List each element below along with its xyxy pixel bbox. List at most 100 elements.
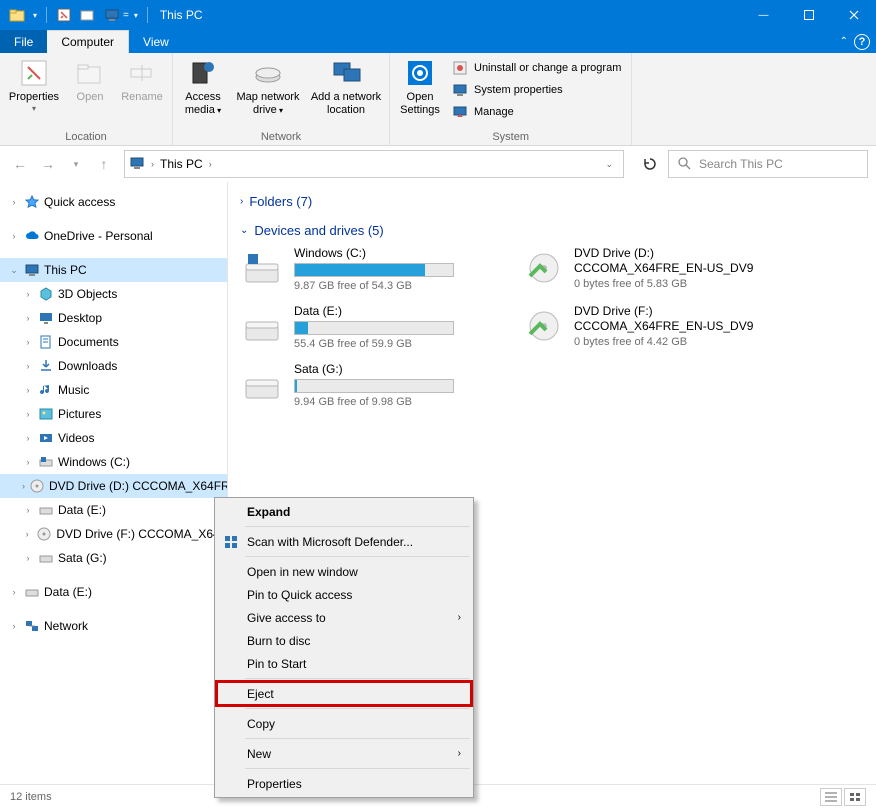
- dvd-icon: [36, 526, 52, 542]
- open-settings-button[interactable]: Open Settings: [396, 57, 444, 117]
- qat-newfolder-icon[interactable]: [77, 4, 99, 26]
- drives-grid: Windows (C:) 9.87 GB free of 54.3 GB DVD…: [240, 246, 864, 408]
- search-box[interactable]: [668, 150, 868, 178]
- drive-icon: [38, 550, 54, 566]
- manage-icon: [452, 104, 468, 120]
- cm-new[interactable]: New›: [217, 742, 471, 765]
- map-network-drive-button[interactable]: Map network drive ▾: [231, 57, 305, 117]
- tree-data-e[interactable]: ›Data (E:): [0, 498, 227, 522]
- address-dropdown-button[interactable]: ⌄: [599, 159, 619, 170]
- drive-item[interactable]: Windows (C:) 9.87 GB free of 54.3 GB: [240, 246, 500, 292]
- properties-button[interactable]: Properties ▾: [6, 57, 62, 113]
- nav-up-button[interactable]: ↑: [92, 152, 116, 176]
- cm-expand[interactable]: Expand: [217, 500, 471, 523]
- devices-group-header[interactable]: ⌄ Devices and drives (5): [240, 223, 864, 238]
- cm-copy[interactable]: Copy: [217, 712, 471, 735]
- cm-pin-to-start[interactable]: Pin to Start: [217, 652, 471, 675]
- crumb-chevron-icon[interactable]: ›: [151, 159, 154, 169]
- tree-videos[interactable]: ›Videos: [0, 426, 227, 450]
- tab-file[interactable]: File: [0, 30, 47, 53]
- cm-separator: [245, 738, 470, 739]
- music-icon: [38, 382, 54, 398]
- expander-icon[interactable]: ›: [8, 231, 20, 241]
- tree-data-e-root[interactable]: ›Data (E:): [0, 580, 227, 604]
- tree-dvd-f[interactable]: ›DVD Drive (F:) CCCOMA_X64F: [0, 522, 227, 546]
- qat-dropdown2-icon[interactable]: ▾: [131, 4, 141, 26]
- drive-item[interactable]: DVD Drive (D:) CCCOMA_X64FRE_EN-US_DV9 0…: [520, 246, 780, 292]
- qat-folder-icon[interactable]: [6, 4, 28, 26]
- open-button: Open: [66, 57, 114, 104]
- drive-icon: [24, 584, 40, 600]
- navigation-pane: › Quick access › OneDrive - Personal ⌄ T…: [0, 182, 228, 784]
- refresh-button[interactable]: [636, 150, 664, 178]
- access-media-button[interactable]: Access media ▾: [179, 57, 227, 117]
- view-mode-buttons: [820, 788, 866, 806]
- tree-quick-access[interactable]: › Quick access: [0, 190, 227, 214]
- pc-icon: [24, 262, 40, 278]
- system-properties-button[interactable]: System properties: [448, 79, 625, 101]
- close-button[interactable]: [831, 0, 876, 30]
- context-menu: Expand Scan with Microsoft Defender... O…: [214, 497, 474, 798]
- dvd-drive-icon: [520, 246, 564, 290]
- address-pc-icon: [129, 155, 145, 174]
- objects3d-icon: [38, 286, 54, 302]
- drive-item[interactable]: DVD Drive (F:) CCCOMA_X64FRE_EN-US_DV9 0…: [520, 304, 780, 350]
- drive-free-text: 9.87 GB free of 54.3 GB: [294, 280, 500, 292]
- tab-computer[interactable]: Computer: [47, 30, 129, 53]
- qat-properties-icon[interactable]: [53, 4, 75, 26]
- folders-group-header[interactable]: › Folders (7): [240, 194, 864, 209]
- cm-open-new-window[interactable]: Open in new window: [217, 560, 471, 583]
- drive-item[interactable]: Sata (G:) 9.94 GB free of 9.98 GB: [240, 362, 500, 408]
- cm-separator: [245, 708, 470, 709]
- maximize-button[interactable]: [786, 0, 831, 30]
- tree-downloads[interactable]: ›Downloads: [0, 354, 227, 378]
- cm-scan-defender[interactable]: Scan with Microsoft Defender...: [217, 530, 471, 553]
- hdd-icon: [240, 362, 284, 406]
- ribbon-group-location: Properties ▾ Open Rename Location: [0, 53, 173, 145]
- qat-dropdown-icon[interactable]: ▾: [30, 4, 40, 26]
- view-details-button[interactable]: [820, 788, 842, 806]
- nav-back-button[interactable]: ←: [8, 152, 32, 176]
- dvd-drive-icon: [520, 304, 564, 348]
- tree-desktop[interactable]: ›Desktop: [0, 306, 227, 330]
- drive-name: Data (E:): [294, 304, 500, 318]
- tree-music[interactable]: ›Music: [0, 378, 227, 402]
- address-bar[interactable]: › This PC › ⌄: [124, 150, 624, 178]
- uninstall-program-button[interactable]: Uninstall or change a program: [448, 57, 625, 79]
- submenu-arrow-icon: ›: [458, 612, 461, 623]
- tree-pictures[interactable]: ›Pictures: [0, 402, 227, 426]
- crumb-chevron-icon-2[interactable]: ›: [209, 159, 212, 169]
- cm-give-access-to[interactable]: Give access to›: [217, 606, 471, 629]
- drive-icon: [38, 454, 54, 470]
- drive-item[interactable]: Data (E:) 55.4 GB free of 59.9 GB: [240, 304, 500, 350]
- view-large-icons-button[interactable]: [844, 788, 866, 806]
- tree-sata-g[interactable]: ›Sata (G:): [0, 546, 227, 570]
- cm-properties[interactable]: Properties: [217, 772, 471, 795]
- nav-recent-dropdown[interactable]: ▾: [64, 152, 88, 176]
- tree-3d-objects[interactable]: ›3D Objects: [0, 282, 227, 306]
- tree-this-pc[interactable]: ⌄ This PC: [0, 258, 227, 282]
- minimize-button[interactable]: —: [741, 0, 786, 30]
- help-icon[interactable]: ?: [854, 34, 870, 50]
- add-location-icon: [330, 57, 362, 89]
- manage-button[interactable]: Manage: [448, 101, 625, 123]
- cm-eject[interactable]: Eject: [217, 682, 471, 705]
- expander-icon[interactable]: ⌄: [8, 265, 20, 276]
- ribbon-collapse[interactable]: ⌃ ?: [834, 30, 876, 53]
- drive-free-text: 0 bytes free of 4.42 GB: [574, 336, 780, 348]
- breadcrumb-thispc[interactable]: This PC: [160, 157, 203, 171]
- cm-burn-to-disc[interactable]: Burn to disc: [217, 629, 471, 652]
- dropdown-caret: ▾: [32, 104, 36, 113]
- tree-network[interactable]: ›Network: [0, 614, 227, 638]
- search-input[interactable]: [699, 157, 859, 171]
- tree-onedrive[interactable]: › OneDrive - Personal: [0, 224, 227, 248]
- tree-windows-c[interactable]: ›Windows (C:): [0, 450, 227, 474]
- tree-documents[interactable]: ›Documents: [0, 330, 227, 354]
- tab-view[interactable]: View: [129, 30, 183, 53]
- expander-icon[interactable]: ›: [8, 197, 20, 207]
- add-network-location-button[interactable]: Add a network location: [309, 57, 383, 117]
- qat-separator: [46, 7, 47, 23]
- qat-thispc-icon[interactable]: [101, 4, 123, 26]
- cm-pin-quick-access[interactable]: Pin to Quick access: [217, 583, 471, 606]
- tree-dvd-d[interactable]: ›DVD Drive (D:) CCCOMA_X64FRE: [0, 474, 227, 498]
